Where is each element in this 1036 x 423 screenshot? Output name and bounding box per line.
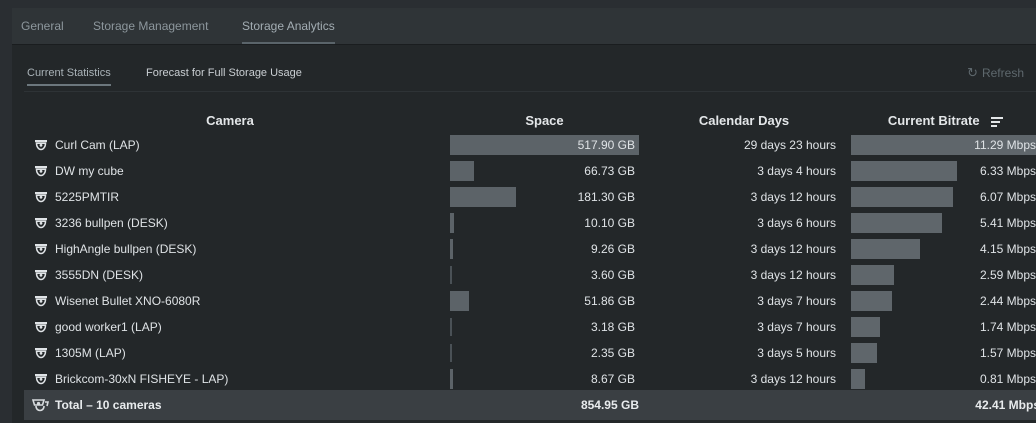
bitrate-value: 2.59 Mbps [979,268,1036,282]
calendar-days-value: 3 days 6 hours [757,216,836,230]
table-row[interactable]: 3555DN (DESK) 3.60 GB 3 days 12 hours 2.59 … [24,262,1036,288]
table-row[interactable]: 1305M (LAP) 2.35 GB 3 days 5 hours 1.57 Mbp… [24,340,1036,366]
bitrate-value: 4.15 Mbps [979,242,1036,256]
calendar-days-value: 3 days 12 hours [750,242,836,256]
table-row[interactable]: Brickcom-30xN FISHEYE - LAP) 8.67 GB 3 day… [24,366,1036,392]
bitrate-value: 6.07 Mbps [979,190,1036,204]
column-header-current-bitrate-label: Current Bitrate [887,113,980,128]
bitrate-value: 1.57 Mbps [979,346,1036,360]
active-subtab-underline [27,84,111,86]
tab-divider [12,44,1036,45]
bitrate-value: 6.33 Mbps [979,164,1036,178]
camera-icon [35,244,47,255]
storage-analytics-panel: General Storage Management Storage Analy… [12,8,1036,423]
bitrate-value: 2.44 Mbps [979,294,1036,308]
refresh-label: Refresh [981,66,1024,80]
camera-name: 3555DN (DESK) [55,268,144,282]
space-value: 51.86 GB [584,294,635,308]
space-value: 3.60 GB [590,268,635,282]
bitrate-value: 1.74 Mbps [979,320,1036,334]
camera-icon [35,140,47,151]
tab-storage-analytics[interactable]: Storage Analytics [242,8,335,44]
tab-current-statistics-label: Current Statistics [27,67,111,79]
space-value: 8.67 GB [590,372,635,386]
camera-name: HighAngle bullpen (DESK) [55,242,197,256]
table-row[interactable]: Wisenet Bullet XNO-6080R 51.86 GB 3 days 7… [24,288,1036,314]
total-row: Total – 10 cameras 854.95 GB 42.41 Mbps [24,390,1036,420]
table-row[interactable]: HighAngle bullpen (DESK) 9.26 GB 3 days 12… [24,236,1036,262]
calendar-days-value: 3 days 7 hours [757,294,836,308]
camera-icon [35,374,47,385]
bitrate-value: 11.29 Mbps [974,138,1036,152]
sort-descending-icon [991,115,1004,129]
refresh-button[interactable]: ↻ Refresh [967,65,1024,81]
bitrate-value: 0.81 Mbps [979,372,1036,386]
camera-name: 1305M (LAP) [55,346,126,360]
camera-name: 5225PMTIR [55,190,120,204]
space-value: 10.10 GB [584,216,635,230]
camera-icon [35,218,47,229]
cameras-icon [32,399,49,412]
total-space: 854.95 GB [580,398,639,412]
table-row[interactable]: 3236 bullpen (DESK) 10.10 GB 3 days 6 hour… [24,210,1036,236]
camera-name: good worker1 (LAP) [55,320,162,334]
camera-icon [35,192,47,203]
camera-name: Wisenet Bullet XNO-6080R [55,294,201,308]
camera-name: 3236 bullpen (DESK) [55,216,168,230]
table-row[interactable]: Curl Cam (LAP) 517.90 GB 29 days 23 hours 1… [24,132,1036,158]
subtab-divider [24,91,1036,92]
tab-forecast[interactable]: Forecast for Full Storage Usage [146,66,302,86]
main-tab-bar: General Storage Management Storage Analy… [12,8,1036,44]
tab-storage-analytics-label: Storage Analytics [242,19,335,33]
refresh-icon: ↻ [967,65,978,80]
camera-name: DW my cube [55,164,124,178]
table-row[interactable]: DW my cube 66.73 GB 3 days 4 hours 6.33 Mbp… [24,158,1036,184]
camera-icon [35,166,47,177]
tab-general[interactable]: General [21,8,64,44]
camera-icon [35,348,47,359]
space-value: 517.90 GB [577,138,635,152]
space-value: 66.73 GB [584,164,635,178]
calendar-days-value: 29 days 23 hours [743,138,836,152]
table-row[interactable]: good worker1 (LAP) 3.18 GB 3 days 7 hours 1… [24,314,1036,340]
calendar-days-value: 3 days 12 hours [750,190,836,204]
space-value: 2.35 GB [590,346,635,360]
total-bitrate: 42.41 Mbps [975,398,1036,412]
calendar-days-value: 3 days 12 hours [750,372,836,386]
camera-icon [35,270,47,281]
camera-icon [35,296,47,307]
calendar-days-value: 3 days 4 hours [757,164,836,178]
total-label: Total – 10 cameras [55,398,162,412]
calendar-days-value: 3 days 5 hours [757,346,836,360]
tab-current-statistics[interactable]: Current Statistics [27,66,111,86]
calendar-days-value: 3 days 12 hours [750,268,836,282]
calendar-days-value: 3 days 7 hours [757,320,836,334]
space-value: 3.18 GB [590,320,635,334]
table-row[interactable]: 5225PMTIR 181.30 GB 3 days 12 hours 6.07 Mb… [24,184,1036,210]
camera-name: Brickcom-30xN FISHEYE - LAP) [55,372,229,386]
space-value: 9.26 GB [590,242,635,256]
space-value: 181.30 GB [577,190,635,204]
camera-icon [35,322,47,333]
bitrate-value: 5.41 Mbps [979,216,1036,230]
camera-name: Curl Cam (LAP) [55,138,140,152]
tab-storage-management[interactable]: Storage Management [93,8,208,44]
